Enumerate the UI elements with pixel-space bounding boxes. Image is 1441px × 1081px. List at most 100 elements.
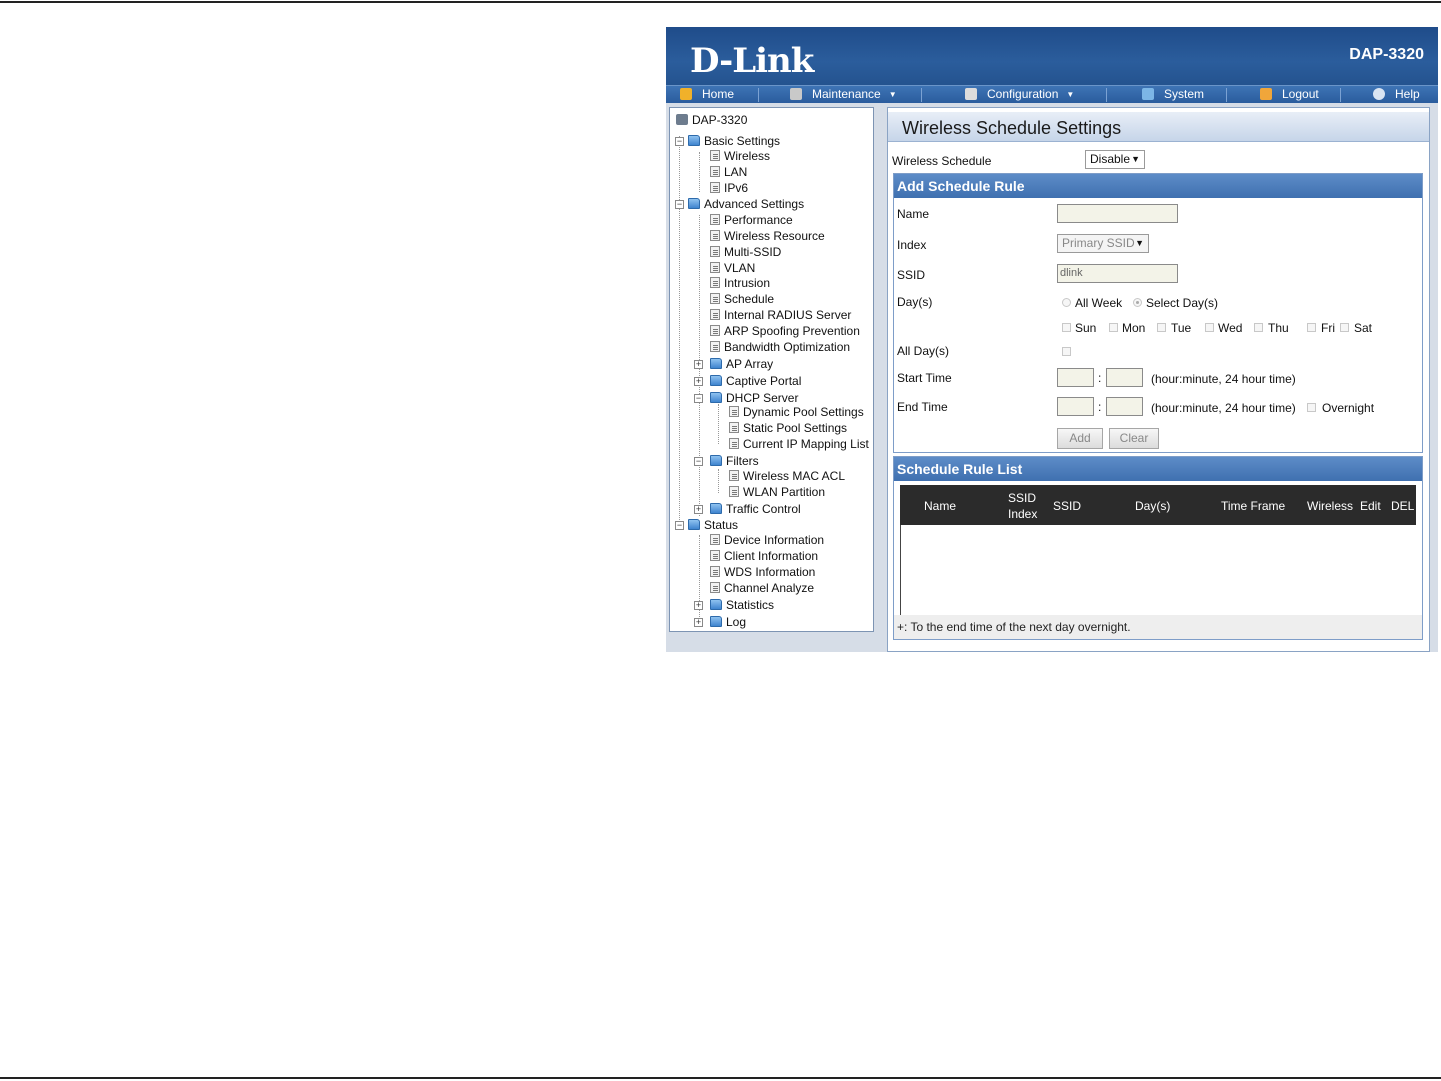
index-select[interactable]: Primary SSID ▼ [1057, 234, 1149, 253]
nav-separator [921, 88, 922, 102]
tree-schedule[interactable]: Schedule [710, 292, 774, 307]
tree-basic-settings[interactable]: Basic Settings [688, 134, 780, 149]
index-value: Primary SSID [1062, 236, 1135, 250]
end-time-colon: : [1098, 400, 1102, 414]
collapse-icon[interactable]: − [675, 200, 684, 209]
tree-intrusion[interactable]: Intrusion [710, 276, 770, 291]
tree-ap-array[interactable]: AP Array [710, 357, 773, 372]
tree-wds-information[interactable]: WDS Information [710, 565, 815, 580]
tree-lan[interactable]: LAN [710, 165, 747, 180]
tree-filters[interactable]: Filters [710, 454, 759, 469]
tree-wireless[interactable]: Wireless [710, 149, 770, 164]
nav-home[interactable]: Home [680, 86, 734, 104]
wireless-schedule-value: Disable [1090, 152, 1131, 166]
page-icon [710, 341, 720, 352]
wed-checkbox[interactable] [1205, 323, 1214, 332]
collapse-icon[interactable]: − [675, 137, 684, 146]
ssid-input[interactable]: dlink [1057, 264, 1178, 283]
nav-configuration[interactable]: Configuration ▼ [965, 86, 1074, 104]
all-days-checkbox[interactable] [1062, 347, 1071, 356]
collapse-icon[interactable]: − [675, 521, 684, 530]
tree-log-label: Log [726, 615, 747, 629]
tree-captive-label: Captive Portal [726, 374, 802, 388]
tree-client-info-label: Client Information [724, 549, 819, 563]
thu-checkbox[interactable] [1254, 323, 1263, 332]
expand-icon[interactable]: + [694, 505, 703, 514]
nav-maintenance[interactable]: Maintenance ▼ [790, 86, 897, 104]
select-days-radio[interactable] [1133, 298, 1142, 307]
tree-channel-label: Channel Analyze [724, 581, 815, 595]
expand-icon[interactable]: + [694, 601, 703, 610]
folder-icon [688, 198, 700, 209]
sun-checkbox[interactable] [1062, 323, 1071, 332]
all-week-radio[interactable] [1062, 298, 1071, 307]
end-time-label: End Time [897, 400, 948, 414]
end-minute-input[interactable] [1106, 397, 1143, 416]
tree-bandwidth[interactable]: Bandwidth Optimization [710, 340, 850, 355]
tree-status[interactable]: Status [688, 518, 738, 533]
main-panel: Wireless Schedule Settings Wireless Sche… [887, 107, 1430, 652]
days-label: Day(s) [897, 295, 933, 309]
add-button[interactable]: Add [1057, 428, 1103, 449]
tue-label: Tue [1171, 321, 1192, 335]
start-time-colon: : [1098, 371, 1102, 385]
tree-vlan[interactable]: VLAN [710, 261, 755, 276]
page-icon [729, 422, 739, 433]
tree-captive-portal[interactable]: Captive Portal [710, 374, 801, 389]
tree-traffic-control[interactable]: Traffic Control [710, 502, 801, 517]
tree-wlan-partition[interactable]: WLAN Partition [729, 485, 825, 500]
page-icon [710, 166, 720, 177]
tree-radius-server[interactable]: Internal RADIUS Server [710, 308, 851, 323]
nav-help[interactable]: Help [1373, 86, 1420, 104]
tree-static-pool[interactable]: Static Pool Settings [729, 421, 847, 436]
tree-wlan-partition-label: WLAN Partition [743, 485, 826, 499]
fri-checkbox[interactable] [1307, 323, 1316, 332]
tree-statistics[interactable]: Statistics [710, 598, 774, 613]
tree-line [718, 469, 719, 493]
tree-mac-acl[interactable]: Wireless MAC ACL [729, 469, 845, 484]
tree-advanced-settings[interactable]: Advanced Settings [688, 197, 804, 212]
nav-system[interactable]: System [1142, 86, 1204, 104]
tree-wireless-resource[interactable]: Wireless Resource [710, 229, 825, 244]
wireless-schedule-label: Wireless Schedule [892, 154, 992, 168]
sat-checkbox[interactable] [1340, 323, 1349, 332]
tree-multi-ssid[interactable]: Multi-SSID [710, 245, 781, 260]
nav-logout-label: Logout [1282, 87, 1319, 101]
expand-icon[interactable]: + [694, 618, 703, 627]
start-minute-input[interactable] [1106, 368, 1143, 387]
tree-arp-spoofing[interactable]: ARP Spoofing Prevention [710, 324, 860, 339]
page-icon [710, 277, 720, 288]
nav-configuration-label: Configuration [987, 87, 1059, 101]
tree-channel-analyze[interactable]: Channel Analyze [710, 581, 814, 596]
tree-line [699, 152, 700, 192]
tue-checkbox[interactable] [1157, 323, 1166, 332]
clear-button[interactable]: Clear [1109, 428, 1159, 449]
page-icon [710, 534, 720, 545]
collapse-icon[interactable]: − [694, 394, 703, 403]
tree-performance[interactable]: Performance [710, 213, 793, 228]
dropdown-arrow-icon: ▼ [1135, 238, 1144, 248]
name-input[interactable] [1057, 204, 1178, 223]
tree-device-information[interactable]: Device Information [710, 533, 824, 548]
tree-ap-array-label: AP Array [726, 357, 774, 371]
add-schedule-rule-heading: Add Schedule Rule [894, 174, 1422, 198]
tree-dhcp-server[interactable]: DHCP Server [710, 391, 798, 406]
collapse-icon[interactable]: − [694, 457, 703, 466]
wireless-schedule-select[interactable]: Disable ▼ [1085, 150, 1145, 169]
tree-client-information[interactable]: Client Information [710, 549, 818, 564]
mon-checkbox[interactable] [1109, 323, 1118, 332]
tree-ip-mapping-label: Current IP Mapping List [743, 437, 869, 451]
tree-dynamic-pool[interactable]: Dynamic Pool Settings [729, 405, 864, 420]
tree-ipv6-label: IPv6 [724, 181, 749, 195]
overnight-checkbox[interactable] [1307, 403, 1316, 412]
start-hour-input[interactable] [1057, 368, 1094, 387]
tree-log[interactable]: Log [710, 615, 746, 630]
end-hour-input[interactable] [1057, 397, 1094, 416]
expand-icon[interactable]: + [694, 360, 703, 369]
nav-logout[interactable]: Logout [1260, 86, 1319, 104]
tree-ip-mapping[interactable]: Current IP Mapping List [729, 437, 869, 452]
tree-ipv6[interactable]: IPv6 [710, 181, 748, 196]
tree-root[interactable]: DAP-3320 [676, 113, 747, 128]
tree-arp-label: ARP Spoofing Prevention [724, 324, 860, 338]
expand-icon[interactable]: + [694, 377, 703, 386]
